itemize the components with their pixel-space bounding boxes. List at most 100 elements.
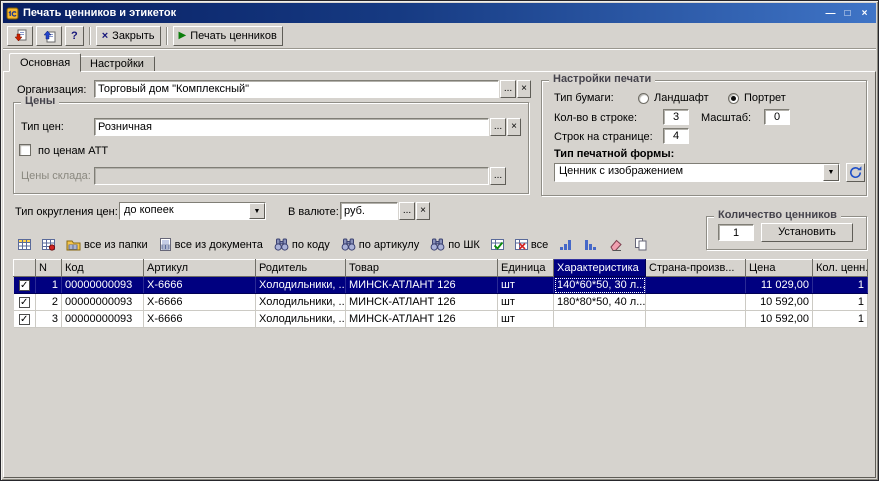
tab-settings[interactable]: Настройки [79,56,155,72]
cell-n[interactable]: 1 [36,277,62,294]
cell-price[interactable]: 11 029,00 [746,277,813,294]
cell-price[interactable]: 10 592,00 [746,311,813,328]
row-checkbox[interactable]: ✓ [19,280,30,291]
column-header-qty[interactable]: Кол. ценн... [813,260,868,277]
clear-list-button[interactable] [604,234,628,255]
sort-ascending-button[interactable] [554,234,578,255]
cell-unit[interactable]: шт [498,277,554,294]
cell-parent[interactable]: Холодильники, ... [256,311,346,328]
set-quantity-button[interactable]: Установить [761,223,853,242]
check-icon: ✓ [20,297,28,308]
cell-qty[interactable]: 1 [813,294,868,311]
warehouse-prices-select-button[interactable]: ... [490,167,506,185]
sort-descending-button[interactable] [579,234,603,255]
currency-input[interactable] [340,202,398,220]
column-header-code[interactable]: Код [62,260,144,277]
column-header-unit[interactable]: Единица [498,260,554,277]
att-prices-checkbox[interactable] [19,144,31,156]
cell-n[interactable]: 2 [36,294,62,311]
rows-per-page-input[interactable] [663,128,689,144]
select-by-barcode-button[interactable]: по ШК [425,234,485,255]
currency-clear-button[interactable]: × [416,202,430,220]
cell-article[interactable]: Х-6666 [144,311,256,328]
per-row-input[interactable] [663,109,689,125]
cell-product[interactable]: МИНСК-АТЛАНТ 126 [346,277,498,294]
chevron-down-icon[interactable]: ▼ [823,164,839,181]
cell-n[interactable]: 3 [36,311,62,328]
form-type-combobox[interactable]: Ценник с изображением ▼ [554,163,840,182]
close-form-button[interactable]: × Закрыть [96,26,161,46]
price-type-select-button[interactable]: ... [490,118,506,136]
items-table: N Код Артикул Родитель Товар Единица Хар… [13,259,868,328]
maximize-button[interactable]: □ [839,6,856,21]
tab-main[interactable]: Основная [9,53,81,72]
close-icon: × [102,30,108,42]
organization-clear-button[interactable]: × [517,80,531,98]
row-checkbox[interactable]: ✓ [19,297,30,308]
cell-price[interactable]: 10 592,00 [746,294,813,311]
organization-input[interactable] [94,80,499,98]
table-row[interactable]: ✓ 3 00000000093 Х-6666 Холодильники, ...… [14,311,868,328]
cell-code[interactable]: 00000000093 [62,277,144,294]
form-type-label: Тип печатной формы: [554,148,674,160]
cell-country[interactable] [646,277,746,294]
currency-select-button[interactable]: ... [399,202,415,220]
all-from-folder-button[interactable]: все из папки [61,234,153,255]
select-by-code-button[interactable]: по коду [269,234,335,255]
titlebar: Печать ценников и этикеток — □ × [3,3,876,23]
column-header-characteristic[interactable]: Характеристика [554,260,646,277]
landscape-radio[interactable] [638,93,649,104]
quantity-input[interactable] [718,224,754,241]
cell-characteristic[interactable]: 180*80*50, 40 л... [554,294,646,311]
column-header-product[interactable]: Товар [346,260,498,277]
print-tags-button[interactable]: ▶ Печать ценников [173,26,283,46]
rounding-combobox[interactable]: до копеек ▼ [119,202,266,220]
restore-settings-button[interactable] [36,26,62,46]
all-from-document-button[interactable]: все из документа [154,234,268,255]
save-settings-button[interactable] [7,26,33,46]
cell-qty[interactable]: 1 [813,277,868,294]
fill-table-options-button[interactable] [37,234,60,255]
column-header-parent[interactable]: Родитель [256,260,346,277]
cell-article[interactable]: Х-6666 [144,294,256,311]
scale-input[interactable] [764,109,790,125]
check-all-button[interactable] [486,234,509,255]
price-type-input[interactable] [94,118,489,136]
cell-unit[interactable]: шт [498,311,554,328]
refresh-form-list-button[interactable] [846,163,865,182]
column-header-article[interactable]: Артикул [144,260,256,277]
cell-product[interactable]: МИНСК-АТЛАНТ 126 [346,311,498,328]
cell-code[interactable]: 00000000093 [62,311,144,328]
organization-select-button[interactable]: ... [500,80,516,98]
minimize-button[interactable]: — [822,6,839,21]
table-row[interactable]: ✓ 1 00000000093 Х-6666 Холодильники, ...… [14,277,868,294]
select-by-article-button[interactable]: по артикулу [336,234,424,255]
select-by-code-label: по коду [292,239,330,251]
fill-table-button[interactable] [13,234,36,255]
copy-button[interactable] [629,234,653,255]
cell-product[interactable]: МИНСК-АТЛАНТ 126 [346,294,498,311]
cell-characteristic[interactable] [554,311,646,328]
portrait-radio[interactable] [728,93,739,104]
close-window-button[interactable]: × [856,6,873,21]
row-checkbox[interactable]: ✓ [19,314,30,325]
column-header-select[interactable] [14,260,36,277]
cell-code[interactable]: 00000000093 [62,294,144,311]
cell-country[interactable] [646,294,746,311]
uncheck-all-button[interactable]: все [510,234,553,255]
column-header-price[interactable]: Цена [746,260,813,277]
column-header-n[interactable]: N [36,260,62,277]
uncheck-all-icon [515,238,528,251]
cell-characteristic[interactable]: 140*60*50, 30 л... [554,277,646,294]
cell-article[interactable]: Х-6666 [144,277,256,294]
price-type-clear-button[interactable]: × [507,118,521,136]
cell-qty[interactable]: 1 [813,311,868,328]
column-header-country[interactable]: Страна-произв... [646,260,746,277]
cell-parent[interactable]: Холодильники, ... [256,277,346,294]
chevron-down-icon[interactable]: ▼ [249,203,265,219]
cell-parent[interactable]: Холодильники, ... [256,294,346,311]
cell-country[interactable] [646,311,746,328]
cell-unit[interactable]: шт [498,294,554,311]
help-button[interactable]: ? [65,26,84,46]
table-row[interactable]: ✓ 2 00000000093 Х-6666 Холодильники, ...… [14,294,868,311]
